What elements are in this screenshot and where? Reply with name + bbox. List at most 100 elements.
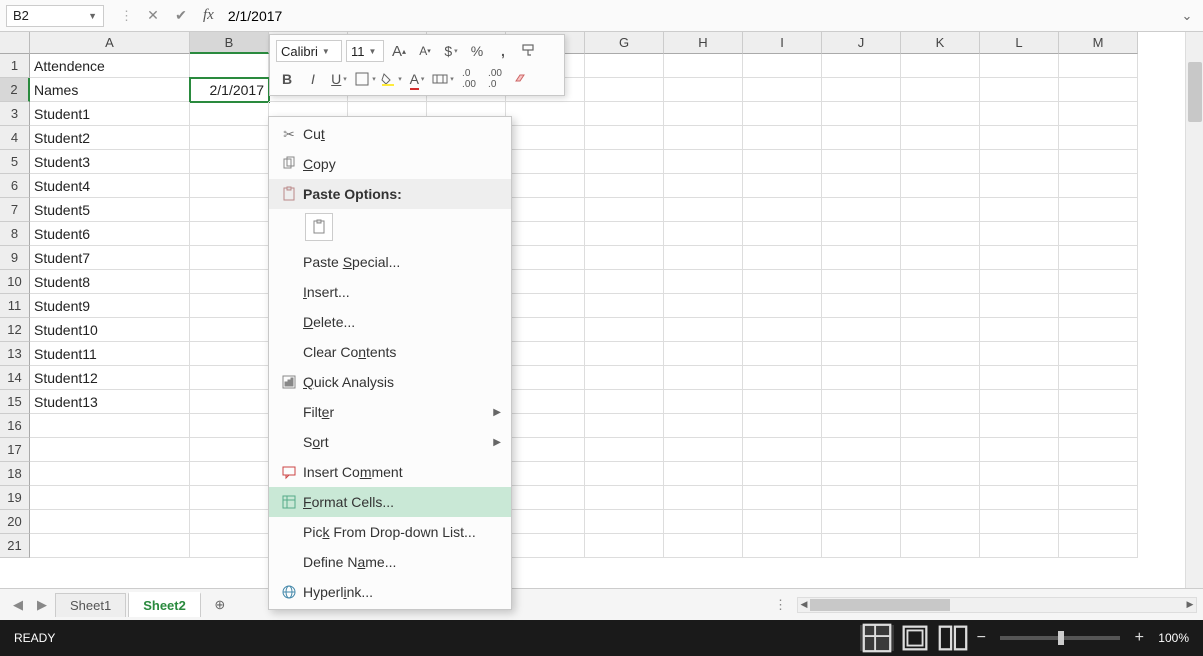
cell-H2[interactable]: [664, 78, 743, 102]
row-header-10[interactable]: 10: [0, 270, 30, 294]
cell-B1[interactable]: [190, 54, 269, 78]
cell-G2[interactable]: [585, 78, 664, 102]
cell-I17[interactable]: [743, 438, 822, 462]
view-page-break-button[interactable]: [936, 625, 970, 651]
cell-A4[interactable]: Student2: [30, 126, 190, 150]
column-header-G[interactable]: G: [585, 32, 664, 54]
cell-F11[interactable]: [506, 294, 585, 318]
scroll-right-arrow[interactable]: ▶: [1184, 598, 1196, 612]
merge-button[interactable]: [432, 68, 454, 90]
context-hyperlink[interactable]: Hyperlink...: [269, 577, 511, 607]
cell-M10[interactable]: [1059, 270, 1138, 294]
cell-I12[interactable]: [743, 318, 822, 342]
cell-F12[interactable]: [506, 318, 585, 342]
scrollbar-thumb[interactable]: [1188, 62, 1202, 122]
cell-F4[interactable]: [506, 126, 585, 150]
cell-H16[interactable]: [664, 414, 743, 438]
cell-B13[interactable]: [190, 342, 269, 366]
cell-A20[interactable]: [30, 510, 190, 534]
cell-H21[interactable]: [664, 534, 743, 558]
row-header-14[interactable]: 14: [0, 366, 30, 390]
column-header-H[interactable]: H: [664, 32, 743, 54]
cell-J16[interactable]: [822, 414, 901, 438]
zoom-slider[interactable]: [1000, 636, 1120, 640]
cell-G11[interactable]: [585, 294, 664, 318]
cell-G14[interactable]: [585, 366, 664, 390]
context-format-cells[interactable]: Format Cells...: [269, 487, 511, 517]
cell-J5[interactable]: [822, 150, 901, 174]
cell-H8[interactable]: [664, 222, 743, 246]
cell-G5[interactable]: [585, 150, 664, 174]
cell-M3[interactable]: [1059, 102, 1138, 126]
cell-I8[interactable]: [743, 222, 822, 246]
column-header-L[interactable]: L: [980, 32, 1059, 54]
cell-F16[interactable]: [506, 414, 585, 438]
scroll-left-arrow[interactable]: ◀: [798, 598, 810, 612]
cell-B14[interactable]: [190, 366, 269, 390]
cell-L9[interactable]: [980, 246, 1059, 270]
cell-F14[interactable]: [506, 366, 585, 390]
cell-F10[interactable]: [506, 270, 585, 294]
cell-M19[interactable]: [1059, 486, 1138, 510]
cell-K14[interactable]: [901, 366, 980, 390]
row-header-4[interactable]: 4: [0, 126, 30, 150]
cell-A11[interactable]: Student9: [30, 294, 190, 318]
cell-L16[interactable]: [980, 414, 1059, 438]
cell-J12[interactable]: [822, 318, 901, 342]
cell-B9[interactable]: [190, 246, 269, 270]
cell-G12[interactable]: [585, 318, 664, 342]
cell-K20[interactable]: [901, 510, 980, 534]
row-header-6[interactable]: 6: [0, 174, 30, 198]
cell-M1[interactable]: [1059, 54, 1138, 78]
row-header-16[interactable]: 16: [0, 414, 30, 438]
cell-K12[interactable]: [901, 318, 980, 342]
cell-K15[interactable]: [901, 390, 980, 414]
cell-K1[interactable]: [901, 54, 980, 78]
cell-B8[interactable]: [190, 222, 269, 246]
cell-L20[interactable]: [980, 510, 1059, 534]
cell-A5[interactable]: Student3: [30, 150, 190, 174]
decrease-font-button[interactable]: A▾: [414, 40, 436, 62]
cell-A18[interactable]: [30, 462, 190, 486]
zoom-in-button[interactable]: +: [1130, 629, 1148, 647]
cell-L10[interactable]: [980, 270, 1059, 294]
cell-H20[interactable]: [664, 510, 743, 534]
cell-G13[interactable]: [585, 342, 664, 366]
cell-B12[interactable]: [190, 318, 269, 342]
cell-F18[interactable]: [506, 462, 585, 486]
cell-L15[interactable]: [980, 390, 1059, 414]
cell-H4[interactable]: [664, 126, 743, 150]
decrease-decimal-button[interactable]: .00.0: [484, 68, 506, 90]
cell-H12[interactable]: [664, 318, 743, 342]
cell-I6[interactable]: [743, 174, 822, 198]
zoom-slider-thumb[interactable]: [1058, 631, 1064, 645]
cell-B4[interactable]: [190, 126, 269, 150]
cell-H9[interactable]: [664, 246, 743, 270]
cell-J21[interactable]: [822, 534, 901, 558]
cell-I18[interactable]: [743, 462, 822, 486]
cell-B21[interactable]: [190, 534, 269, 558]
view-normal-button[interactable]: [860, 625, 894, 651]
cell-F8[interactable]: [506, 222, 585, 246]
cell-G17[interactable]: [585, 438, 664, 462]
cell-L21[interactable]: [980, 534, 1059, 558]
cell-K9[interactable]: [901, 246, 980, 270]
cell-A14[interactable]: Student12: [30, 366, 190, 390]
cell-M6[interactable]: [1059, 174, 1138, 198]
cell-J3[interactable]: [822, 102, 901, 126]
cell-B18[interactable]: [190, 462, 269, 486]
cell-K6[interactable]: [901, 174, 980, 198]
tab-nav-prev[interactable]: ◀: [8, 595, 28, 615]
cell-H6[interactable]: [664, 174, 743, 198]
cell-M18[interactable]: [1059, 462, 1138, 486]
font-size-combo[interactable]: 11▼: [346, 40, 384, 62]
cell-G19[interactable]: [585, 486, 664, 510]
cell-L1[interactable]: [980, 54, 1059, 78]
context-copy[interactable]: Copy: [269, 149, 511, 179]
cell-L8[interactable]: [980, 222, 1059, 246]
column-header-K[interactable]: K: [901, 32, 980, 54]
row-header-15[interactable]: 15: [0, 390, 30, 414]
cell-H15[interactable]: [664, 390, 743, 414]
add-sheet-button[interactable]: ⊕: [208, 593, 232, 617]
cell-H13[interactable]: [664, 342, 743, 366]
